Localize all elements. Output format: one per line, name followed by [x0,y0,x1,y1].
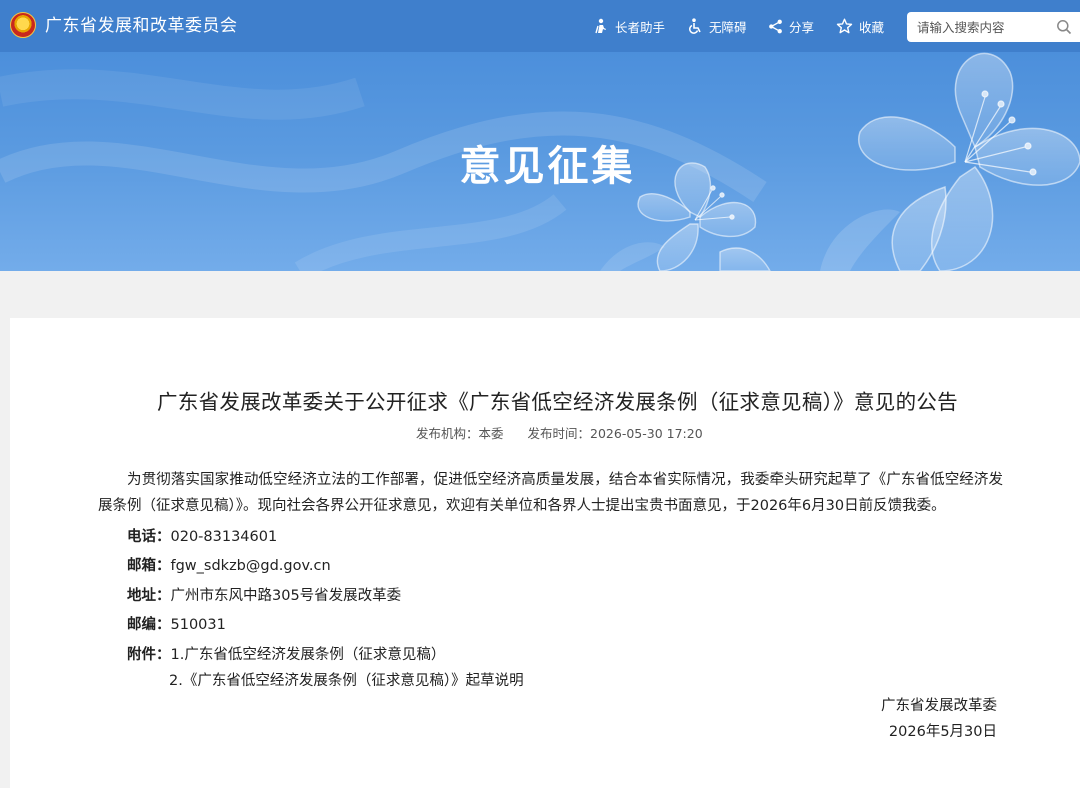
postcode-label: 邮编： [127,617,171,633]
publisher-value: 本委 [478,426,504,441]
publisher-label: 发布机构： [416,426,479,441]
share-button[interactable]: 分享 [768,16,814,36]
signature-date: 2026年5月30日 [888,724,997,740]
article-meta: 发布机构：本委 发布时间：2026-05-30 17:20 [416,423,703,442]
search-input[interactable] [907,12,1047,42]
attachments-label: 附件： [127,647,171,663]
accessibility-button[interactable]: 无障碍 [687,16,747,36]
wheelchair-icon [689,18,701,34]
accessibility-label: 无障碍 [709,19,747,35]
site-name[interactable]: 广东省发展和改革委员会 [45,13,238,39]
article-card: 广东省发展改革委关于公开征求《广东省低空经济发展条例（征求意见稿）》意见的公告 … [10,318,1080,788]
star-icon [836,18,853,33]
attachment-line-1: 附件：1.广东省低空经济发展条例（征求意见稿） [127,643,445,664]
phone-value: 020-83134601 [170,529,278,545]
publisher-meta: 发布机构：本委 [416,426,504,441]
contact-phone: 电话：020-83134601 [127,525,277,546]
banner-title: 意见征集 [459,142,636,190]
elder-assistant-label: 长者助手 [615,19,666,35]
email-value[interactable]: fgw_sdkzb@gd.gov.cn [171,558,331,574]
address-label: 地址： [127,588,171,604]
search-icon[interactable] [1056,19,1072,35]
elder-assistant-button[interactable]: 长者助手 [593,16,665,36]
attachment-link[interactable]: 1.广东省低空经济发展条例（征求意见稿） [171,647,446,663]
favorite-label: 收藏 [859,19,885,35]
email-label: 邮箱： [127,558,171,574]
elder-assistant-icon [595,18,606,34]
attachment-line-2: 2.《广东省低空经济发展条例（征求意见稿）》起草说明 [169,669,524,690]
national-emblem-icon [10,12,36,38]
contact-postcode: 邮编：510031 [127,613,226,634]
signature-org: 广东省发展改革委 [881,698,997,714]
top-bar: 广东省发展和改革委员会 长者助手 无障碍 分享 收藏 [0,0,1080,52]
time-value: 2026-05-30 17:20 [590,426,703,441]
article-title: 广东省发展改革委关于公开征求《广东省低空经济发展条例（征求意见稿）》意见的公告 [157,390,958,414]
share-icon [769,19,782,33]
attachment-link[interactable]: 2.《广东省低空经济发展条例（征求意见稿）》起草说明 [169,673,524,689]
time-label: 发布时间： [527,426,591,441]
share-label: 分享 [789,19,815,35]
favorite-button[interactable]: 收藏 [836,16,884,36]
time-meta: 发布时间：2026-05-30 17:20 [528,426,703,441]
contact-email: 邮箱：fgw_sdkzb@gd.gov.cn [127,554,331,575]
postcode-value: 510031 [170,617,226,633]
address-value: 广州市东风中路305号省发展改革委 [170,588,402,604]
contact-address: 地址：广州市东风中路305号省发展改革委 [127,584,401,605]
search-box [907,12,1080,42]
phone-label: 电话： [127,529,171,545]
article-body: 为贯彻落实国家推动低空经济立法的工作部署，促进低空经济高质量发展，结合本省实际情… [98,472,1003,514]
banner: 意见征集 [0,52,1080,271]
